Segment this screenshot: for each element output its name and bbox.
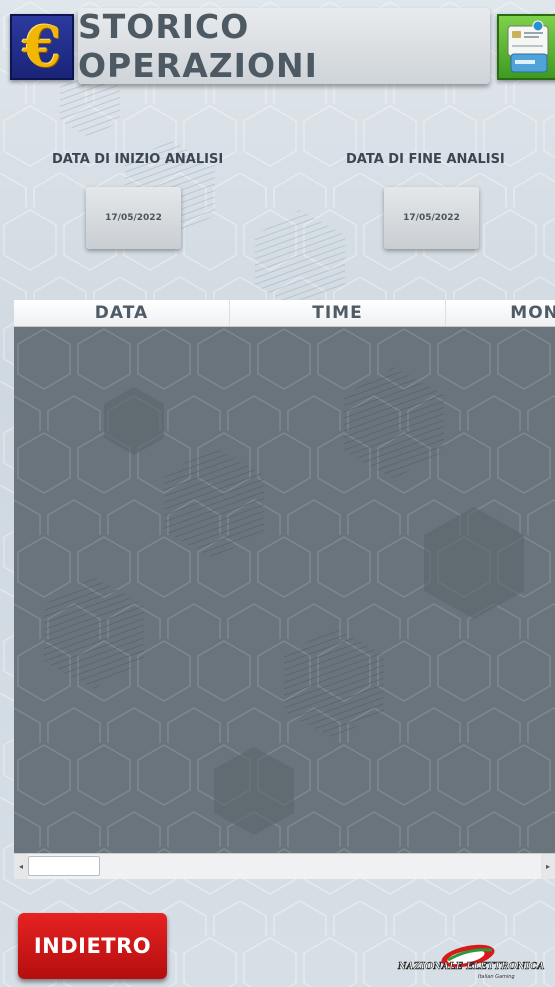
operations-table: DATA TIME MONETE ◂ ▸ (14, 300, 555, 880)
page-title-box: STORICO OPERAZIONI (78, 7, 490, 85)
table-hexagon-pattern (14, 327, 555, 853)
nazionale-elettronica-logo: NAZIONALE ELETTRONICA Italian Gaming (396, 938, 555, 983)
scrollbar-thumb[interactable] (28, 856, 100, 876)
euro-icon: € (22, 14, 62, 80)
logo-text: NAZIONALE ELETTRONICA (398, 962, 545, 973)
scroll-right-icon[interactable]: ▸ (541, 854, 555, 879)
end-date-button[interactable]: 17/05/2022 (384, 187, 479, 249)
page-title: STORICO OPERAZIONI (78, 7, 318, 85)
table-header: DATA TIME MONETE (14, 300, 555, 327)
end-date-label: DATA DI FINE ANALISI (346, 152, 505, 167)
column-header-time[interactable]: TIME (230, 300, 446, 326)
table-body[interactable] (14, 327, 555, 853)
start-date-label: DATA DI INIZIO ANALISI (52, 152, 224, 167)
credit-card-button[interactable] (497, 14, 555, 80)
start-date-button[interactable]: 17/05/2022 (86, 187, 181, 249)
logo-subtext: Italian Gaming (478, 974, 515, 980)
column-header-monete[interactable]: MONETE (446, 300, 555, 326)
back-button[interactable]: INDIETRO (18, 913, 167, 979)
column-header-data[interactable]: DATA (14, 300, 230, 326)
credit-card-icon (507, 20, 549, 73)
euro-button[interactable]: € (10, 14, 74, 80)
scroll-left-icon[interactable]: ◂ (14, 854, 28, 879)
horizontal-scrollbar[interactable]: ◂ ▸ (14, 853, 555, 879)
